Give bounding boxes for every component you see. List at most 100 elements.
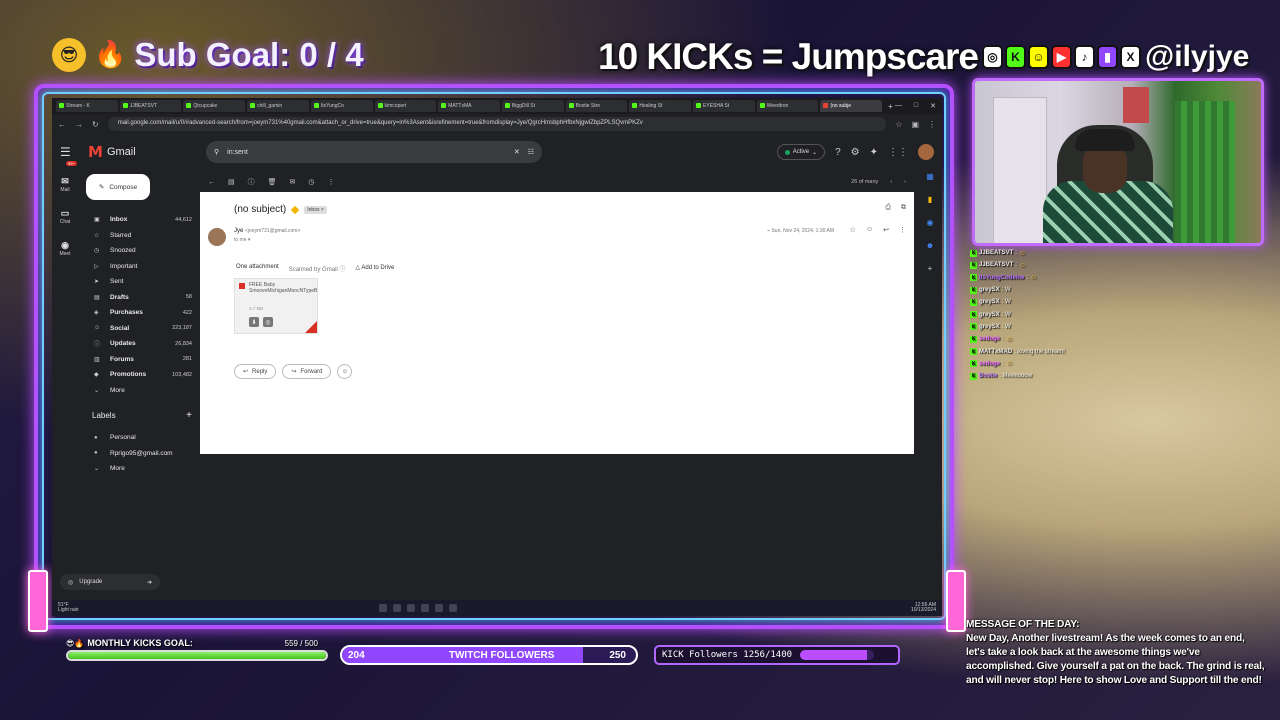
upgrade-button[interactable]: ◎ Upgrade ➜ — [60, 574, 160, 590]
save-to-drive-icon[interactable]: ◎ — [263, 317, 273, 327]
browser-tab[interactable]: ItsYungCo — [310, 100, 373, 112]
attachment-card[interactable]: FREE Baby SmooveMichiganMoocNTypeBeatOMa… — [234, 278, 318, 334]
browser-tab[interactable]: Qtcupcake — [183, 100, 246, 112]
emoji-button[interactable]: ☺ — [337, 364, 353, 379]
chat-username[interactable]: greySX — [979, 312, 1000, 318]
search-input[interactable]: in:sent — [227, 149, 248, 156]
snooze-icon[interactable]: ◷ — [308, 178, 314, 186]
add-to-drive-button[interactable]: △ Add to Drive — [355, 264, 394, 273]
app-icon[interactable] — [448, 604, 457, 612]
browser-tab[interactable]: Stream - K — [56, 100, 118, 112]
chrome-icon[interactable] — [420, 604, 429, 612]
extensions-icon[interactable]: ▣ — [911, 120, 919, 129]
browser-tab[interactable]: Weedtron — [756, 100, 819, 112]
reload-icon[interactable]: ↻ — [92, 120, 99, 129]
labels-more[interactable]: ⌄ More — [82, 461, 198, 477]
more-vert-icon[interactable]: ⋮ — [899, 226, 906, 234]
folder-forums[interactable]: ▥ Forums 281 — [82, 352, 198, 368]
chat-username[interactable]: JJBEATSVT — [979, 262, 1013, 268]
search-icon[interactable]: ⚲ — [214, 148, 219, 156]
contacts-icon[interactable]: ☻ — [926, 241, 934, 250]
keep-icon[interactable]: ▮ — [928, 195, 932, 204]
chat-username[interactable]: Bostie — [979, 373, 997, 379]
folder-promotions[interactable]: ◆ Promotions 103,482 — [82, 367, 198, 383]
newer-icon[interactable]: ‹ — [890, 179, 892, 185]
search-taskbar-icon[interactable] — [392, 604, 401, 612]
rail-meet[interactable]: ◉ Meet — [52, 236, 78, 268]
gemini-icon[interactable]: ✦ — [870, 147, 878, 158]
open-new-window-icon[interactable]: ⧉ — [901, 204, 906, 212]
label-item[interactable]: ● Rprigo95@gmail.com — [82, 446, 198, 462]
reply-icon[interactable]: ↩ — [883, 226, 889, 234]
weather-widget[interactable]: 51°F Light rain — [58, 603, 79, 613]
folder-social[interactable]: ☺ Social 223,187 — [82, 321, 198, 337]
browser-tab[interactable]: Bostie Stre — [565, 100, 628, 112]
download-icon[interactable]: ⬇ — [249, 317, 259, 327]
minimize-icon[interactable]: — — [895, 102, 902, 110]
folder-inbox[interactable]: ▣ Inbox 44,612 — [82, 212, 198, 228]
back-to-list-icon[interactable]: ← — [208, 179, 215, 186]
add-label-icon[interactable]: + — [186, 410, 192, 421]
browser-tab[interactable]: chill_gamin — [247, 100, 309, 112]
inbox-chip[interactable]: Inbox × — [304, 205, 327, 214]
sender-name[interactable]: Jye — [234, 228, 243, 234]
folder-starred[interactable]: ☆ Starred — [82, 228, 198, 244]
back-icon[interactable]: ← — [58, 120, 66, 129]
browser-tab[interactable]: kimcopert — [374, 100, 437, 112]
folder-more[interactable]: ⌄ More — [82, 383, 198, 399]
obs-icon[interactable] — [434, 604, 443, 612]
star-icon[interactable]: ☆ — [850, 226, 856, 234]
browser-tab[interactable]: Healing St — [629, 100, 692, 112]
folder-drafts[interactable]: ▤ Drafts 58 — [82, 290, 198, 306]
folder-important[interactable]: ▷ Important — [82, 259, 198, 275]
browser-tab[interactable]: MATTxMA — [438, 100, 500, 112]
bookmark-star-icon[interactable]: ☆ — [895, 120, 902, 129]
maximize-icon[interactable]: □ — [914, 102, 918, 110]
tasks-icon[interactable]: ◉ — [927, 218, 934, 227]
recipient-details[interactable]: to me ▾ — [234, 237, 250, 243]
main-menu-icon[interactable]: ☰ — [60, 145, 88, 159]
settings-gear-icon[interactable]: ⚙ — [851, 147, 860, 158]
browser-tab[interactable]: JJBEATSVT — [119, 100, 182, 112]
chat-username[interactable]: greySX — [979, 287, 1000, 293]
print-icon[interactable]: ⎙ — [885, 204, 891, 212]
help-icon[interactable]: ? — [835, 147, 841, 158]
important-marker-icon[interactable] — [291, 205, 300, 214]
folder-purchases[interactable]: ◈ Purchases 422 — [82, 305, 198, 321]
more-actions-icon[interactable]: ⋮ — [328, 178, 335, 186]
apps-grid-icon[interactable]: ⋮⋮ — [888, 147, 908, 158]
browser-tab[interactable]: (no subje — [820, 100, 883, 112]
chat-username[interactable]: MATTxMAD — [979, 349, 1012, 355]
add-addon-icon[interactable]: + — [928, 264, 933, 273]
clock[interactable]: 12:56 AM 10/13/2024 — [911, 603, 936, 613]
older-icon[interactable]: › — [904, 179, 906, 185]
rail-mail[interactable]: ✉ Mail 99+ — [52, 161, 78, 204]
archive-icon[interactable]: ▤ — [228, 178, 235, 186]
forward-button[interactable]: ↪ Forward — [282, 364, 332, 379]
new-tab-icon[interactable]: + — [888, 102, 893, 111]
chat-username[interactable]: ItsYungCodeine — [979, 275, 1024, 281]
chat-username[interactable]: greySX — [979, 299, 1000, 305]
clear-search-icon[interactable]: ✕ — [514, 148, 520, 156]
reply-button[interactable]: ↩ Reply — [234, 364, 277, 379]
label-item[interactable]: ● Personal — [82, 430, 198, 446]
start-icon[interactable] — [378, 604, 387, 612]
gmail-logo[interactable]: M Gmail — [88, 143, 206, 161]
menu-dots-icon[interactable]: ⋮ — [928, 120, 936, 129]
compose-button[interactable]: ✎ Compose — [86, 174, 150, 200]
close-icon[interactable]: ✕ — [930, 102, 936, 110]
status-selector[interactable]: Active ⌄ — [776, 144, 826, 160]
rail-chat[interactable]: ▭ Chat — [52, 204, 78, 236]
emoji-react-icon[interactable]: ☺ — [866, 226, 873, 234]
folder-sent[interactable]: ➤ Sent — [82, 274, 198, 290]
chat-username[interactable]: greySX — [979, 324, 1000, 330]
folder-snoozed[interactable]: ◷ Snoozed — [82, 243, 198, 259]
delete-icon[interactable]: 🗑 — [268, 178, 277, 186]
explorer-icon[interactable] — [406, 604, 415, 612]
chat-username[interactable]: sedoge — [979, 336, 1000, 342]
sender-avatar[interactable] — [208, 228, 226, 246]
chat-username[interactable]: JJBEATSVT — [979, 250, 1013, 256]
browser-tab[interactable]: EYESHA St — [693, 100, 755, 112]
browser-tab[interactable]: BiggDill St — [501, 100, 564, 112]
url-field[interactable]: mail.google.com/mail/u/0/#advanced-searc… — [107, 117, 887, 131]
